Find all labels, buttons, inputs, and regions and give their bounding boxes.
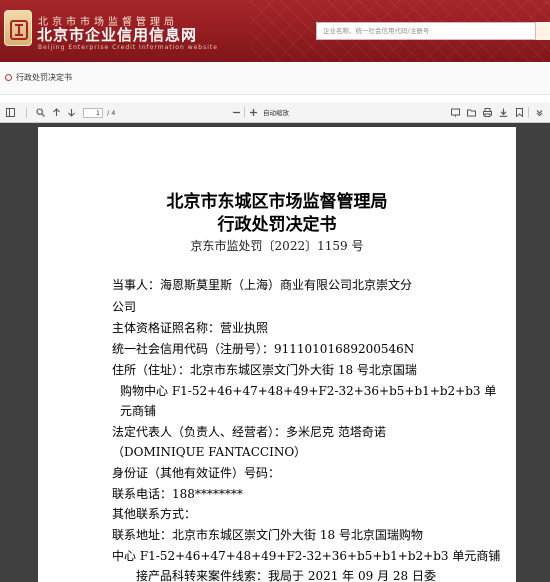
toolbar-divider bbox=[26, 107, 27, 118]
site-header: 北京市市场监督管理局 北京市企业信用信息网 Beijing Enterprise… bbox=[0, 0, 550, 62]
download-icon[interactable] bbox=[499, 108, 508, 117]
doc-line: 联系电话：188******** bbox=[112, 487, 243, 501]
doc-line: 当事人：海恩斯莫里斯（上海）商业有限公司北京崇文分 bbox=[112, 278, 413, 292]
document-number: 京东市监处罚〔2022〕1159 号 bbox=[190, 239, 364, 253]
pdf-toolbar: 1 / 4 自动缩放 bbox=[0, 102, 550, 123]
sidebar-toggle-icon[interactable] bbox=[6, 108, 15, 117]
bookmark-icon[interactable] bbox=[515, 108, 524, 118]
doc-line: 联系地址：北京市东城区崇文门外大街 18 号北京国瑞购物 bbox=[112, 528, 423, 542]
toolbar-divider bbox=[244, 107, 245, 118]
pdf-viewer[interactable]: 北京市东城区市场监督管理局 行政处罚决定书 京东市监处罚〔2022〕1159 号… bbox=[0, 123, 550, 582]
doc-line: 法定代表人（负责人、经营者）：多米尼克 范塔奇诺 bbox=[112, 425, 386, 439]
document-authority: 北京市东城区市场监督管理局 bbox=[166, 192, 388, 212]
location-icon bbox=[5, 74, 12, 81]
doc-line: 主体资格证照名称：营业执照 bbox=[112, 321, 269, 335]
zoom-in-icon[interactable] bbox=[249, 108, 258, 117]
breadcrumb: 行政处罚决定书 bbox=[0, 62, 550, 95]
doc-line: 其他联系方式： bbox=[112, 507, 197, 521]
breadcrumb-label[interactable]: 行政处罚决定书 bbox=[16, 72, 72, 83]
doc-line: 中心 F1-52+46+47+48+49+F2-32+36+b5+b1+b2+b… bbox=[112, 549, 501, 563]
open-file-icon[interactable] bbox=[467, 108, 476, 117]
zoom-select[interactable]: 自动缩放 bbox=[263, 108, 303, 118]
page-total: / 4 bbox=[107, 109, 116, 117]
presentation-icon[interactable] bbox=[451, 108, 460, 117]
doc-line: 元商铺 bbox=[120, 404, 157, 418]
site-name[interactable]: 北京市企业信用信息网 bbox=[37, 24, 197, 45]
search-input[interactable]: 企业名称、统一社会信用代码/注册号 bbox=[316, 22, 536, 40]
doc-line: （DOMINIQUE FANTACCINO） bbox=[112, 445, 307, 459]
doc-line: 公司 bbox=[112, 300, 137, 314]
doc-line: 购物中心 F1-52+46+47+48+49+F2-32+36+b5+b1+b2… bbox=[120, 384, 497, 398]
page-number-input[interactable]: 1 bbox=[83, 108, 103, 118]
doc-line: 住所（住址）：北京市东城区崇文门外大街 18 号北京国瑞 bbox=[112, 363, 417, 377]
site-logo-icon[interactable] bbox=[4, 10, 32, 46]
search-icon[interactable] bbox=[36, 108, 45, 117]
doc-line: 接产品科转来案件线索：我局于 2021 年 09 月 28 日委 bbox=[136, 569, 436, 582]
doc-line: 身份证（其他有效证件）号码： bbox=[112, 466, 281, 480]
doc-line: 统一社会信用代码（注册号）：91110101689200546N bbox=[112, 342, 415, 356]
site-subtitle: Beijing Enterprise Credit Information we… bbox=[38, 44, 218, 51]
zoom-out-icon[interactable] bbox=[232, 108, 241, 117]
document-type: 行政处罚决定书 bbox=[217, 215, 337, 235]
pdf-page: 北京市东城区市场监督管理局 行政处罚决定书 京东市监处罚〔2022〕1159 号… bbox=[38, 127, 516, 582]
next-page-icon[interactable] bbox=[67, 108, 76, 117]
toolbar-divider bbox=[528, 107, 529, 118]
print-icon[interactable] bbox=[483, 108, 492, 117]
search-button[interactable] bbox=[536, 22, 550, 40]
previous-page-icon[interactable] bbox=[52, 108, 61, 117]
more-tools-icon[interactable] bbox=[535, 108, 544, 117]
